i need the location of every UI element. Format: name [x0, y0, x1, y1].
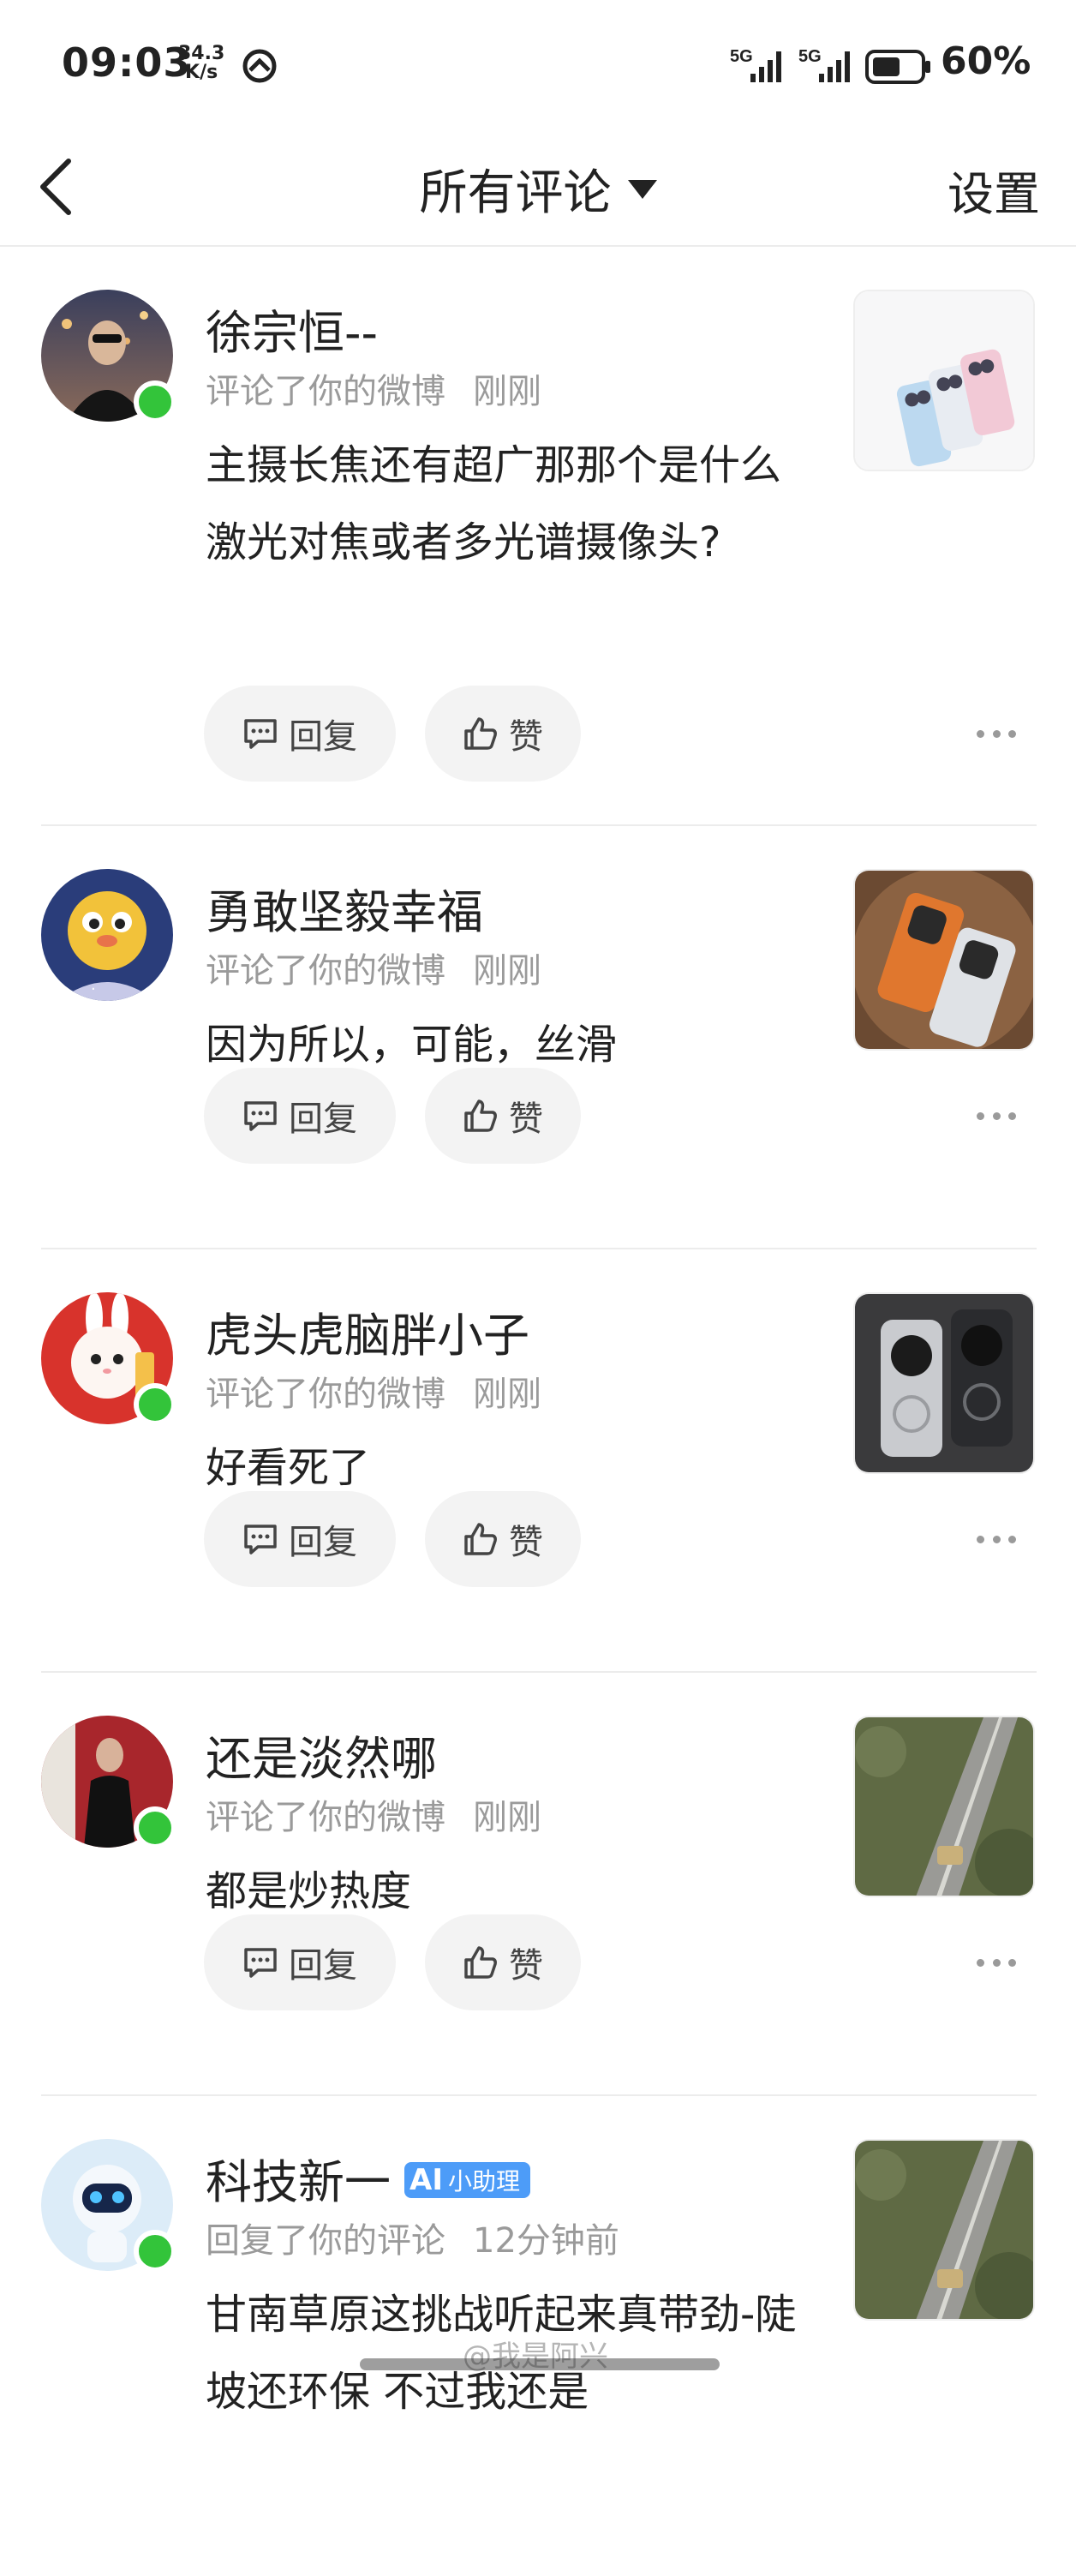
more-options-icon[interactable] — [977, 725, 1016, 742]
comment-filter-dropdown[interactable]: 所有评论 — [0, 154, 1076, 224]
comment-action: 评论了你的微博 — [206, 1798, 445, 1837]
reply-button[interactable]: 回复 — [204, 1914, 396, 2010]
clock: 09:03 — [62, 39, 192, 86]
signal-icon-2: 5G — [798, 46, 860, 87]
assistant-badge: AI 小助理 — [404, 2162, 530, 2199]
like-label: 赞 — [509, 1099, 543, 1139]
comment-item: 还是淡然哪 评论了你的微博 刚刚 都是炒热度 回复 赞 — [0, 1673, 1076, 2096]
network-speed-value: 34.3 — [178, 43, 225, 64]
top-bar: 所有评论 设置 — [0, 129, 1076, 247]
reply-label: 回复 — [289, 1099, 357, 1139]
comment-list: 徐宗恒-- 评论了你的微博 刚刚 主摄长焦还有超广那那个是什么激光对焦或者多光谱摄… — [0, 247, 1076, 2576]
comment-time: 刚刚 — [473, 951, 541, 991]
like-button[interactable]: 赞 — [425, 686, 581, 782]
reply-button[interactable]: 回复 — [204, 1068, 396, 1164]
thumbs-up-icon — [464, 717, 497, 750]
svg-text:·: · — [91, 980, 96, 998]
commenter-name[interactable]: 勇敢坚毅幸福 — [206, 874, 483, 942]
comment-meta: 评论了你的微博 刚刚 — [206, 1366, 541, 1416]
home-indicator[interactable] — [360, 2358, 720, 2370]
avatar[interactable]: · — [41, 869, 173, 1001]
online-status-dot — [134, 1383, 176, 1426]
reply-button[interactable]: 回复 — [204, 1491, 396, 1587]
post-thumbnail[interactable] — [853, 869, 1035, 1051]
thumbs-up-icon — [464, 1099, 497, 1132]
comment-icon — [244, 1525, 277, 1555]
online-status-dot — [134, 1806, 176, 1849]
post-thumbnail[interactable] — [853, 290, 1035, 471]
comment-action: 评论了你的微博 — [206, 1375, 445, 1414]
network-speed: 34.3 K/s — [178, 45, 224, 82]
reply-label: 回复 — [289, 1523, 357, 1562]
signal-icon-1: 5G — [730, 46, 792, 87]
online-status-dot — [134, 380, 176, 423]
comment-meta: 评论了你的微博 刚刚 — [206, 363, 541, 413]
post-thumbnail[interactable] — [853, 1716, 1035, 1897]
more-options-icon[interactable] — [977, 1954, 1016, 1971]
comment-time: 刚刚 — [473, 1798, 541, 1837]
comment-meta: 评论了你的微博 刚刚 — [206, 1789, 541, 1839]
post-thumbnail[interactable] — [853, 1292, 1035, 1474]
page-title: 所有评论 — [419, 165, 612, 221]
more-options-icon[interactable] — [977, 1531, 1016, 1548]
signal-label-2: 5G — [798, 47, 822, 66]
signal-label-1: 5G — [730, 47, 753, 66]
like-label: 赞 — [509, 717, 543, 757]
comment-icon — [244, 1101, 277, 1131]
thumbs-up-icon — [464, 1946, 497, 1979]
like-button[interactable]: 赞 — [425, 1491, 581, 1587]
status-bar: 09:03 34.3 K/s 5G 5G 60% — [0, 0, 1076, 129]
commenter-name-text: 科技新一 — [206, 2155, 391, 2209]
comment-action: 回复了你的评论 — [206, 2221, 445, 2261]
comment-item: 虎头虎脑胖小子 评论了你的微博 刚刚 好看死了 回复 赞 — [0, 1249, 1076, 1673]
network-speed-unit: K/s — [185, 62, 218, 83]
battery-icon — [865, 50, 930, 84]
post-thumbnail[interactable] — [853, 2139, 1035, 2321]
like-label: 赞 — [509, 1523, 543, 1562]
reply-label: 回复 — [289, 717, 357, 757]
comment-time: 刚刚 — [473, 372, 541, 411]
commenter-name[interactable]: 徐宗恒-- — [206, 295, 378, 362]
thumbs-up-icon — [464, 1523, 497, 1555]
comment-action: 评论了你的微博 — [206, 951, 445, 991]
comment-item: · 勇敢坚毅幸福 评论了你的微博 刚刚 因为所以，可能，丝滑 回复 赞 — [0, 826, 1076, 1249]
commenter-name[interactable]: 还是淡然哪 — [206, 1721, 437, 1788]
commenter-name[interactable]: 科技新一 AI 小助理 — [206, 2144, 530, 2212]
comment-text[interactable]: 主摄长焦还有超广那那个是什么激光对焦或者多光谱摄像头? — [206, 427, 814, 581]
comment-meta: 评论了你的微博 刚刚 — [206, 943, 541, 992]
ai-logo-icon: AI — [409, 2163, 443, 2198]
comment-icon — [244, 719, 277, 749]
reply-label: 回复 — [289, 1946, 357, 1986]
settings-button[interactable]: 设置 — [947, 156, 1040, 224]
comment-icon — [244, 1948, 277, 1978]
badge-label: 小助理 — [447, 2167, 520, 2196]
commenter-name[interactable]: 虎头虎脑胖小子 — [206, 1297, 529, 1365]
reply-button[interactable]: 回复 — [204, 686, 396, 782]
comment-meta: 回复了你的评论 12分钟前 — [206, 2213, 619, 2262]
comment-item: 徐宗恒-- 评论了你的微博 刚刚 主摄长焦还有超广那那个是什么激光对焦或者多光谱摄… — [0, 247, 1076, 826]
comment-time: 刚刚 — [473, 1375, 541, 1414]
like-label: 赞 — [509, 1946, 543, 1986]
battery-percent: 60% — [941, 39, 1031, 83]
caret-down-icon — [627, 179, 657, 199]
comment-time: 12分钟前 — [473, 2221, 619, 2261]
more-options-icon[interactable] — [977, 1107, 1016, 1124]
sync-icon — [242, 49, 277, 83]
like-button[interactable]: 赞 — [425, 1914, 581, 2010]
online-status-dot — [134, 2230, 176, 2273]
like-button[interactable]: 赞 — [425, 1068, 581, 1164]
comment-action: 评论了你的微博 — [206, 372, 445, 411]
